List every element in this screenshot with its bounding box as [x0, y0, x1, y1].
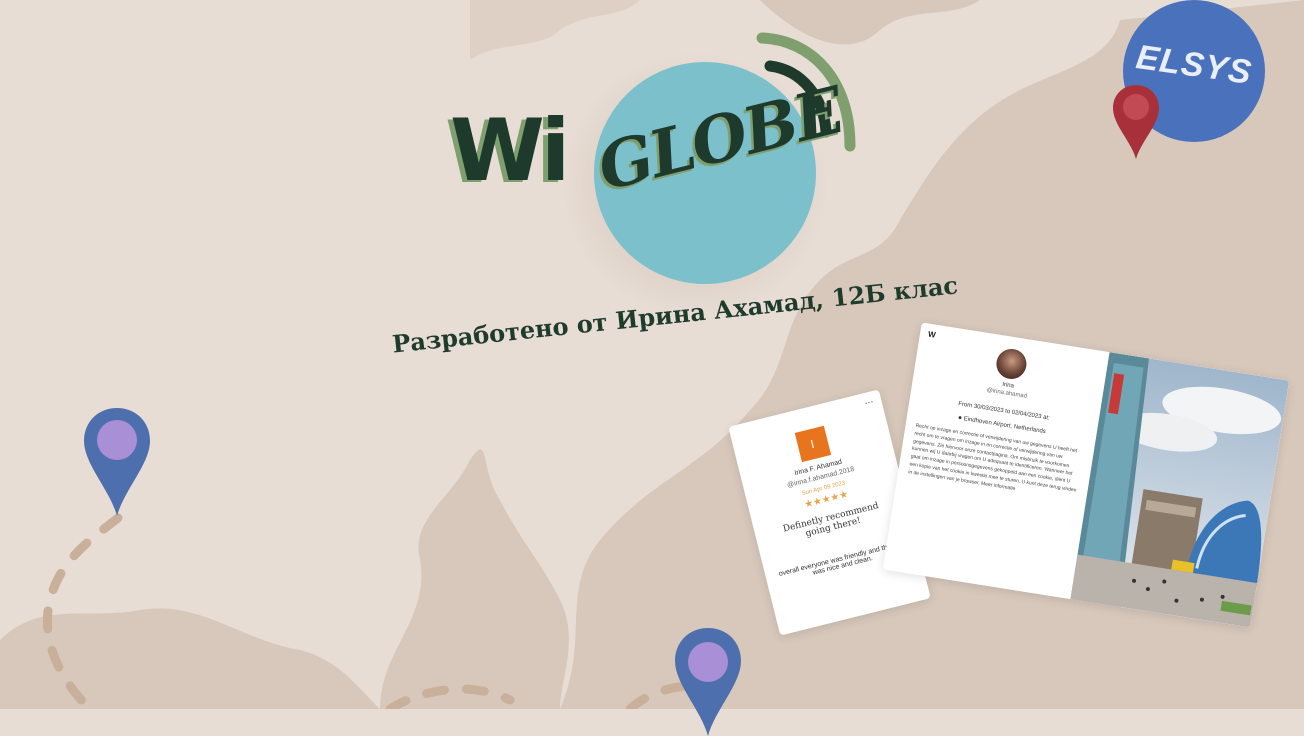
city-photo	[1070, 352, 1290, 628]
logo-wi: Wi	[450, 101, 570, 201]
brand-icon: W	[927, 329, 937, 340]
map-pin-icon	[84, 408, 150, 516]
profile-avatar	[994, 346, 1029, 382]
wiglobe-logo: Wi GLOBE	[420, 20, 880, 320]
avatar-letter: I	[809, 436, 816, 452]
more-icon[interactable]: ...	[863, 393, 875, 407]
avatar: I	[794, 425, 831, 463]
trip-description: Recht op inzage en correctie of verwijde…	[907, 422, 1078, 494]
map-pin-icon	[675, 628, 741, 736]
map-pin-icon	[1113, 85, 1159, 159]
